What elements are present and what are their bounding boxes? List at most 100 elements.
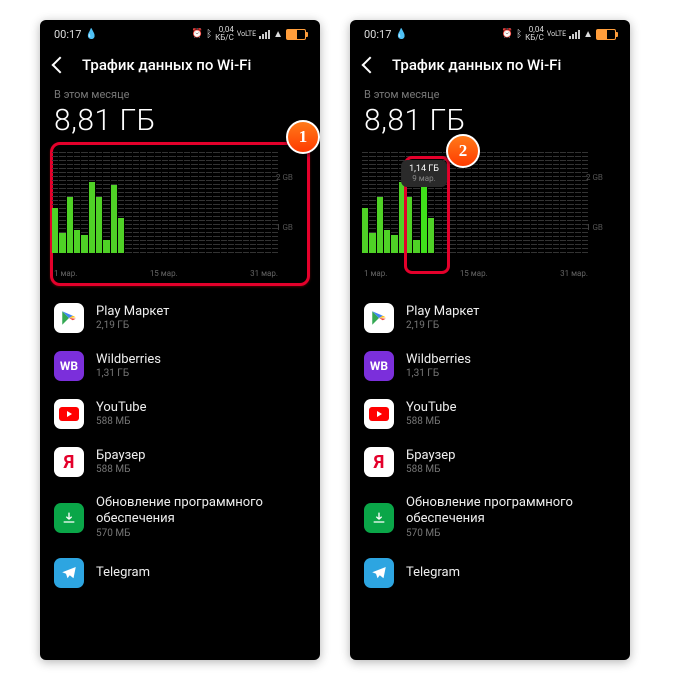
app-row[interactable]: ЯБраузер588 МБ <box>350 438 630 486</box>
back-icon[interactable] <box>52 57 69 74</box>
period-label: В этом месяце <box>40 88 320 101</box>
chart-bar[interactable] <box>384 152 390 253</box>
app-row[interactable]: WBWildberries1,31 ГБ <box>40 342 320 390</box>
chart-bar[interactable] <box>191 152 197 253</box>
app-row[interactable]: ЯБраузер588 МБ <box>40 438 320 486</box>
chart-bar[interactable] <box>103 152 109 253</box>
chart-bar[interactable] <box>538 152 544 253</box>
step-badge-1: 1 <box>286 120 320 154</box>
chart-bar[interactable] <box>111 152 117 253</box>
app-row[interactable]: Обновление программного обеспечения570 М… <box>40 486 320 549</box>
chart-bar[interactable] <box>362 152 368 253</box>
chart-bar[interactable] <box>243 152 249 253</box>
back-icon[interactable] <box>362 57 379 74</box>
chart-bar[interactable] <box>162 152 168 253</box>
chart-bar[interactable] <box>140 152 146 253</box>
chart-bar[interactable] <box>531 152 537 253</box>
chart-bar[interactable] <box>545 152 551 253</box>
net-speed: 0,04 КБ/С <box>215 26 234 42</box>
app-row[interactable]: Telegram <box>40 549 320 597</box>
chart-bar[interactable] <box>52 152 58 253</box>
chart-bar[interactable] <box>118 152 124 253</box>
chart-bar[interactable] <box>74 152 80 253</box>
chart-bar[interactable] <box>155 152 161 253</box>
drop-icon: 💧 <box>395 29 407 40</box>
chart-bar[interactable] <box>560 152 566 253</box>
wb-icon: WB <box>364 351 394 381</box>
app-row[interactable]: WBWildberries1,31 ГБ <box>350 342 630 390</box>
wifi-icon: ▲ <box>273 29 283 40</box>
chart-bar[interactable] <box>96 152 102 253</box>
x-tick: 1 мар. <box>364 269 387 278</box>
app-row[interactable]: YouTube588 МБ <box>40 390 320 438</box>
chart-bar[interactable] <box>221 152 227 253</box>
chart-bar[interactable] <box>199 152 205 253</box>
app-row[interactable]: Обновление программного обеспечения570 М… <box>350 486 630 549</box>
chart-bar[interactable] <box>567 152 573 253</box>
chart-bar[interactable] <box>89 152 95 253</box>
app-usage: 588 МБ <box>406 464 455 477</box>
chart-bar[interactable] <box>257 152 263 253</box>
chart-bar[interactable] <box>523 152 529 253</box>
x-tick: 15 мар. <box>150 269 178 278</box>
chart-bar[interactable] <box>169 152 175 253</box>
battery-icon <box>286 29 306 40</box>
chart-bar[interactable] <box>177 152 183 253</box>
chart-bar[interactable] <box>516 152 522 253</box>
chart-bar[interactable] <box>509 152 515 253</box>
volte-label: VoLTE <box>547 30 566 38</box>
chart-bar[interactable] <box>391 152 397 253</box>
chart-bar[interactable] <box>213 152 219 253</box>
chart-bar[interactable] <box>450 152 456 253</box>
app-row[interactable]: Telegram <box>350 549 630 597</box>
chart-bar[interactable] <box>494 152 500 253</box>
y-tick: 1 GB <box>276 223 304 232</box>
status-bar: 00:17 💧 ⏰ ᛒ 0,04 КБ/С VoLTE ▲ <box>350 20 630 48</box>
chart-bar[interactable] <box>265 152 271 253</box>
header: Трафик данных по Wi-Fi <box>40 48 320 88</box>
chart-bar[interactable] <box>487 152 493 253</box>
chart-bar[interactable] <box>377 152 383 253</box>
battery-icon <box>596 29 616 40</box>
x-tick: 15 мар. <box>460 269 488 278</box>
page-title: Трафик данных по Wi-Fi <box>392 56 561 74</box>
chart-bar[interactable] <box>67 152 73 253</box>
ya-icon: Я <box>54 447 84 477</box>
volte-label: VoLTE <box>237 30 256 38</box>
app-name: Браузер <box>96 448 145 464</box>
app-name: Обновление программного обеспечения <box>406 495 616 528</box>
chart-bar[interactable] <box>228 152 234 253</box>
chart-bar[interactable] <box>184 152 190 253</box>
chart-bars-2 <box>362 152 588 253</box>
chart-bar[interactable] <box>59 152 65 253</box>
play-icon <box>364 303 394 333</box>
tg-icon <box>54 558 84 588</box>
phone-screen-2: 00:17 💧 ⏰ ᛒ 0,04 КБ/С VoLTE ▲ Трафик дан… <box>350 20 630 660</box>
chart-bar[interactable] <box>250 152 256 253</box>
chart-bar[interactable] <box>369 152 375 253</box>
chart-bar[interactable] <box>501 152 507 253</box>
chart-bar[interactable] <box>125 152 131 253</box>
chart-bar[interactable] <box>582 152 588 253</box>
chart-bar[interactable] <box>575 152 581 253</box>
usage-chart[interactable]: 2 GB 1 GB 1,14 ГБ 9 мар. 1 мар. 15 мар. … <box>358 148 622 280</box>
chart-bar[interactable] <box>206 152 212 253</box>
chart-bar[interactable] <box>235 152 241 253</box>
net-speed: 0,04 КБ/С <box>525 26 544 42</box>
app-row[interactable]: Play Маркет2,19 ГБ <box>40 294 320 342</box>
chart-bar[interactable] <box>553 152 559 253</box>
chart-bar[interactable] <box>81 152 87 253</box>
alarm-icon: ⏰ <box>192 29 203 39</box>
app-row[interactable]: YouTube588 МБ <box>350 390 630 438</box>
chart-bar[interactable] <box>147 152 153 253</box>
status-bar: 00:17 💧 ⏰ ᛒ 0,04 КБ/С VoLTE ▲ <box>40 20 320 48</box>
app-row[interactable]: Play Маркет2,19 ГБ <box>350 294 630 342</box>
chart-bar[interactable] <box>479 152 485 253</box>
app-name: YouTube <box>96 400 147 416</box>
chart-bar[interactable] <box>133 152 139 253</box>
app-name: Обновление программного обеспечения <box>96 495 306 528</box>
status-time: 00:17 <box>364 28 391 41</box>
usage-chart[interactable]: 2 GB 1 GB 1 мар. 15 мар. 31 мар. 1 <box>48 148 312 280</box>
chart-bar[interactable] <box>272 152 278 253</box>
chart-bar[interactable] <box>472 152 478 253</box>
